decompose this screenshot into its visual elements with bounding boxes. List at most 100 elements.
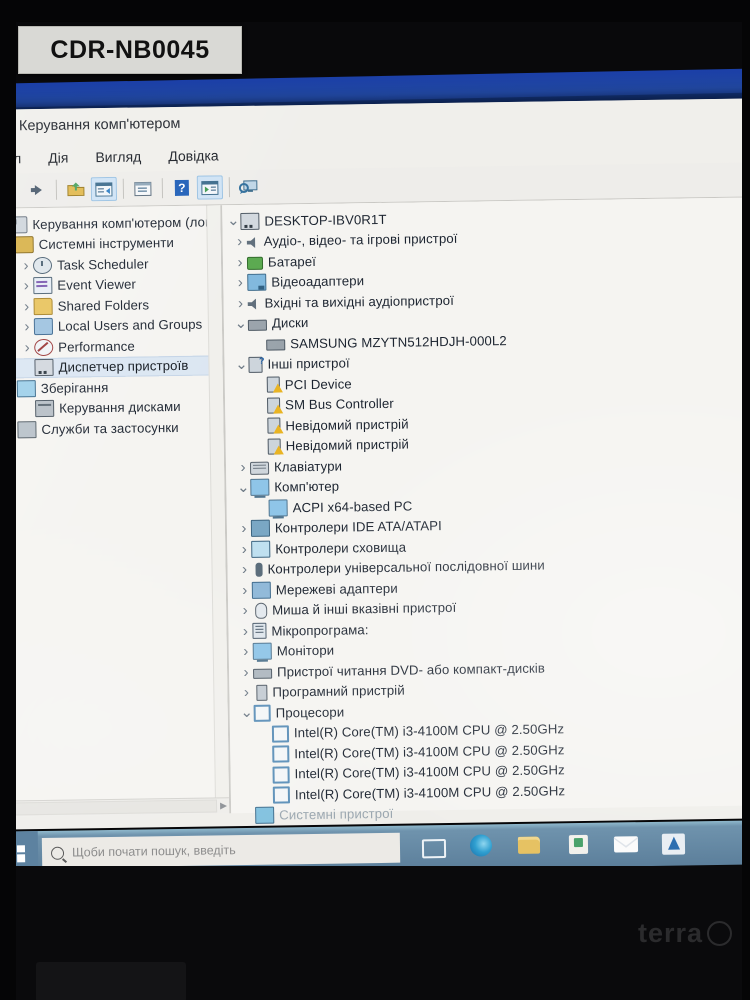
help-icon[interactable]: ? bbox=[169, 176, 195, 200]
chevron-right-icon[interactable]: › bbox=[238, 582, 252, 599]
edge-icon[interactable] bbox=[469, 834, 494, 858]
device-manager-icon bbox=[34, 359, 54, 377]
processor-icon bbox=[272, 766, 290, 784]
event-log-icon bbox=[33, 277, 53, 295]
globe-icon bbox=[707, 921, 732, 946]
warning-device-icon bbox=[266, 397, 281, 414]
tree-item-label: SAMSUNG MZYTN512HDJH-000L2 bbox=[290, 332, 507, 352]
chevron-right-icon[interactable]: › bbox=[239, 643, 253, 660]
tree-item-label: Керування дисками bbox=[59, 399, 181, 416]
window-title: Керування комп'ютером bbox=[18, 115, 181, 135]
mouse-icon bbox=[255, 602, 268, 619]
storage-controller-icon bbox=[251, 540, 271, 558]
tree-item[interactable]: ›Служби та застосунки bbox=[0, 416, 224, 440]
battery-icon bbox=[246, 256, 264, 270]
chevron-right-icon[interactable]: › bbox=[239, 664, 253, 681]
chevron-down-icon[interactable]: ⌄ bbox=[226, 212, 240, 229]
chevron-right-icon[interactable]: › bbox=[237, 561, 251, 578]
chevron-right-icon[interactable]: › bbox=[233, 274, 247, 291]
app-icon[interactable] bbox=[661, 831, 686, 855]
laptop-photo: CDR-NB0045 Керування комп'ютером айл Дія… bbox=[0, 0, 750, 1000]
chevron-right-icon[interactable]: › bbox=[20, 318, 34, 335]
show-pane-icon[interactable] bbox=[196, 175, 224, 200]
device-tree: ⌄ DESKTOP-IBV0R1T › Аудіо-, відео- та ігров… bbox=[222, 197, 750, 830]
chevron-right-icon[interactable]: › bbox=[238, 602, 252, 619]
chevron-down-icon[interactable]: ⌄ bbox=[236, 479, 250, 496]
mail-icon[interactable] bbox=[613, 832, 639, 856]
storage-icon bbox=[16, 379, 36, 398]
monitor-icon bbox=[250, 478, 270, 497]
tree-item-label: Intel(R) Core(TM) i3-4100M CPU @ 2.50GHz bbox=[294, 742, 565, 762]
file-explorer-icon[interactable] bbox=[517, 834, 542, 858]
chevron-right-icon[interactable]: › bbox=[19, 277, 33, 294]
chevron-down-icon[interactable]: ⌄ bbox=[234, 356, 248, 373]
tree-item-label: Local Users and Groups bbox=[57, 316, 203, 334]
chevron-right-icon[interactable]: › bbox=[19, 257, 33, 274]
tree-item-label: Відеоадаптери bbox=[271, 273, 365, 290]
refresh-monitor-icon[interactable] bbox=[236, 175, 262, 199]
tree-item-label: SM Bus Controller bbox=[285, 396, 394, 413]
chevron-right-icon[interactable]: › bbox=[237, 520, 251, 537]
chevron-right-icon[interactable]: › bbox=[233, 295, 247, 312]
chevron-right-icon[interactable]: › bbox=[238, 623, 252, 640]
tree-item-label: Контролери IDE ATA/ATAPI bbox=[274, 518, 442, 536]
processor-icon bbox=[253, 704, 271, 723]
tree-item-label: Контролери сховища bbox=[275, 539, 407, 557]
chevron-right-icon[interactable]: › bbox=[237, 541, 251, 558]
tree-item-label: Intel(R) Core(TM) i3-4100M CPU @ 2.50GHz bbox=[294, 783, 566, 803]
chevron-down-icon[interactable]: ⌄ bbox=[240, 704, 254, 721]
chevron-right-icon[interactable]: › bbox=[233, 254, 247, 271]
menu-item-help[interactable]: Довідка bbox=[164, 145, 223, 166]
tree-item-label: Контролери універсальної послідовної шин… bbox=[267, 557, 545, 577]
warning-device-icon bbox=[266, 376, 280, 393]
up-folder-icon[interactable] bbox=[63, 177, 89, 201]
tree-item-label: Диски bbox=[271, 315, 309, 331]
chevron-down-icon[interactable]: ⌄ bbox=[234, 315, 248, 332]
network-adapter-icon bbox=[251, 581, 271, 599]
asset-tag-sticker: CDR-NB0045 bbox=[18, 26, 242, 74]
taskbar-search-box[interactable]: Щоби почати пошук, введіть bbox=[41, 832, 401, 868]
window-body: ⌄ Керування комп'ютером (лок ⌄ Системні інс… bbox=[0, 197, 750, 830]
microsoft-store-icon[interactable] bbox=[566, 833, 590, 857]
touchpad bbox=[36, 962, 186, 1000]
menu-item-action[interactable]: Дія bbox=[44, 148, 72, 168]
tree-item-label: Системні пристрої bbox=[279, 806, 394, 823]
properties-icon[interactable] bbox=[130, 176, 156, 200]
computer-management-window: Керування комп'ютером айл Дія Вигляд Дов… bbox=[0, 98, 750, 830]
menu-item-view[interactable]: Вигляд bbox=[91, 146, 145, 167]
tree-item-label: Батареї bbox=[267, 253, 317, 270]
tree-item-label: Процесори bbox=[275, 704, 345, 721]
chevron-right-icon[interactable]: › bbox=[236, 459, 250, 476]
tree-item-label: Служби та застосунки bbox=[41, 419, 179, 437]
toolbar-separator bbox=[55, 179, 58, 200]
tree-item-label: Невідомий пристрій bbox=[285, 436, 410, 454]
tree-item-label: Shared Folders bbox=[57, 297, 150, 314]
tree-item-label: Керування комп'ютером (лок bbox=[32, 214, 211, 232]
performance-icon bbox=[34, 338, 54, 356]
forward-arrow-icon[interactable] bbox=[24, 178, 50, 202]
left-bezel bbox=[0, 0, 16, 1000]
firmware-icon bbox=[252, 622, 267, 640]
tree-item-label: Диспетчер пристроїв bbox=[58, 358, 189, 375]
chevron-right-icon[interactable]: › bbox=[233, 233, 247, 250]
sidebar-horizontal-scrollbar[interactable]: ◀ ▶ bbox=[0, 797, 230, 817]
display-adapter-icon bbox=[247, 273, 267, 292]
toolbar-separator bbox=[161, 178, 164, 199]
chevron-right-icon[interactable]: › bbox=[20, 298, 34, 315]
system-tools-icon bbox=[14, 236, 34, 254]
search-icon bbox=[50, 846, 65, 860]
task-view-icon[interactable] bbox=[421, 835, 447, 859]
chevron-right-icon[interactable]: › bbox=[20, 339, 34, 356]
warning-device-icon bbox=[267, 417, 281, 434]
tree-item-label: Програмний пристрій bbox=[272, 682, 405, 700]
tree-item-label: DESKTOP-IBV0R1T bbox=[264, 211, 387, 229]
usb-icon bbox=[255, 562, 263, 577]
scroll-thumb[interactable] bbox=[10, 799, 218, 816]
chevron-right-icon[interactable]: › bbox=[239, 684, 253, 701]
drive-icon bbox=[266, 339, 286, 351]
tree-item-label: Миша й інші вказівні пристрої bbox=[272, 600, 457, 618]
computer-icon bbox=[240, 212, 260, 230]
tree-item-label: Невідомий пристрій bbox=[285, 416, 409, 434]
scroll-right-arrow-icon[interactable]: ▶ bbox=[220, 800, 227, 811]
show-hide-tree-icon[interactable] bbox=[90, 176, 118, 202]
